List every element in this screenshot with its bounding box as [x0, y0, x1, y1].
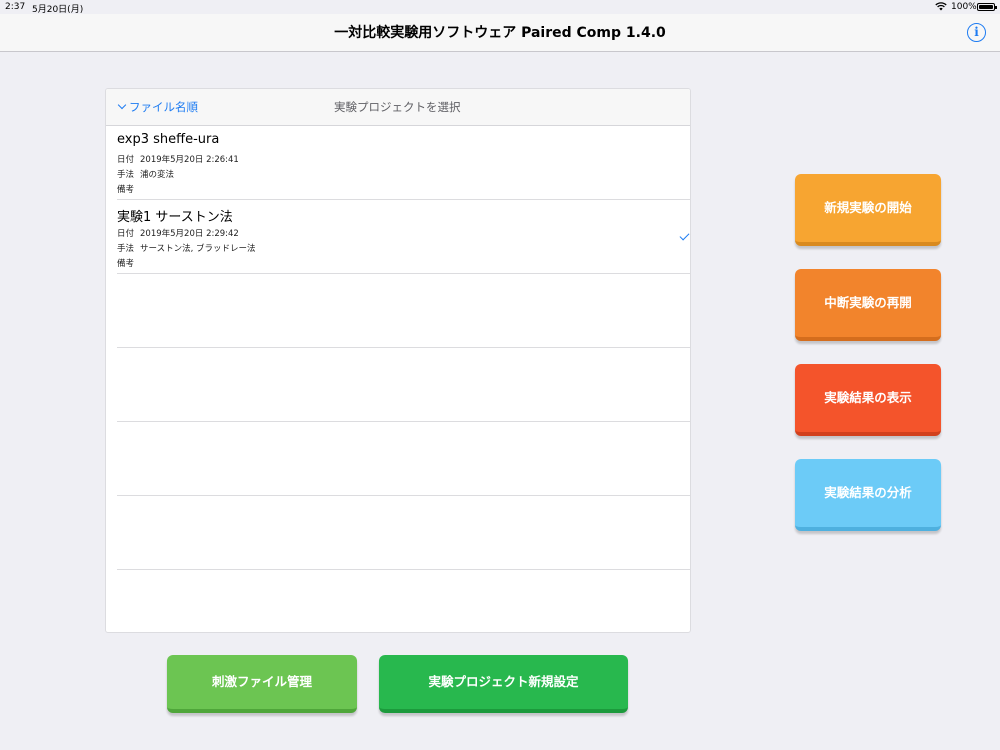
date-value: 2019年5月20日 2:29:42	[140, 229, 239, 239]
project-name: exp3 sheffe-ura	[117, 132, 220, 147]
project-date: 日付 2019年5月20日 2:29:42	[117, 227, 239, 239]
project-date: 日付 2019年5月20日 2:26:41	[117, 153, 239, 165]
method-label: 手法	[117, 170, 135, 180]
wifi-icon	[935, 2, 947, 14]
project-note: 備考	[117, 183, 140, 195]
list-item[interactable]: 実験1 サーストン法 日付 2019年5月20日 2:29:42 手法 サーストン法…	[117, 200, 690, 274]
checkmark-icon	[679, 230, 690, 241]
project-name: 実験1 サーストン法	[117, 210, 233, 225]
battery-icon	[977, 3, 997, 11]
project-method: 手法 サーストン法, ブラッドレー法	[117, 242, 256, 254]
project-list-title: 実験プロジェクトを選択	[334, 100, 461, 114]
note-label: 備考	[117, 185, 135, 195]
status-time: 2:37	[5, 2, 26, 12]
empty-list-row	[117, 422, 690, 496]
project-method: 手法 浦の変法	[117, 168, 174, 180]
new-experiment-button[interactable]: 新規実験の開始	[795, 174, 941, 246]
info-icon[interactable]: i	[967, 23, 986, 42]
method-label: 手法	[117, 244, 135, 254]
list-item[interactable]: exp3 sheffe-ura 日付 2019年5月20日 2:26:41 手法浦…	[117, 126, 690, 200]
empty-list-row	[117, 274, 690, 348]
sort-button[interactable]: ファイル名順	[117, 99, 198, 115]
show-results-button[interactable]: 実験結果の表示	[795, 364, 941, 436]
empty-list-row	[117, 348, 690, 422]
battery-percent: 100%	[951, 2, 977, 12]
empty-list-row	[117, 496, 690, 570]
chevron-down-icon	[117, 100, 127, 110]
stimulus-files-button[interactable]: 刺激ファイル管理	[167, 655, 357, 713]
project-note: 備考	[117, 257, 140, 269]
sort-label: ファイル名順	[129, 100, 198, 114]
page-title: 一対比較実験用ソフトウェア Paired Comp 1.4.0	[334, 25, 666, 41]
method-value: サーストン法, ブラッドレー法	[140, 244, 256, 254]
note-label: 備考	[117, 259, 135, 269]
navigation-bar: 一対比較実験用ソフトウェア Paired Comp 1.4.0 i	[0, 14, 1000, 52]
status-bar: 2:37 5月20日(月) 100%	[0, 0, 1000, 15]
date-label: 日付	[117, 155, 135, 165]
method-value: 浦の変法	[140, 170, 175, 180]
project-list-header: ファイル名順 実験プロジェクトを選択	[106, 89, 690, 126]
analyze-results-button[interactable]: 実験結果の分析	[795, 459, 941, 531]
date-label: 日付	[117, 229, 135, 239]
project-list: exp3 sheffe-ura 日付 2019年5月20日 2:26:41 手法浦…	[106, 126, 690, 570]
new-project-button[interactable]: 実験プロジェクト新規設定	[379, 655, 628, 713]
project-list-panel: ファイル名順 実験プロジェクトを選択 exp3 sheffe-ura 日付 201…	[105, 88, 691, 633]
date-value: 2019年5月20日 2:26:41	[140, 155, 239, 165]
resume-experiment-button[interactable]: 中断実験の再開	[795, 269, 941, 341]
